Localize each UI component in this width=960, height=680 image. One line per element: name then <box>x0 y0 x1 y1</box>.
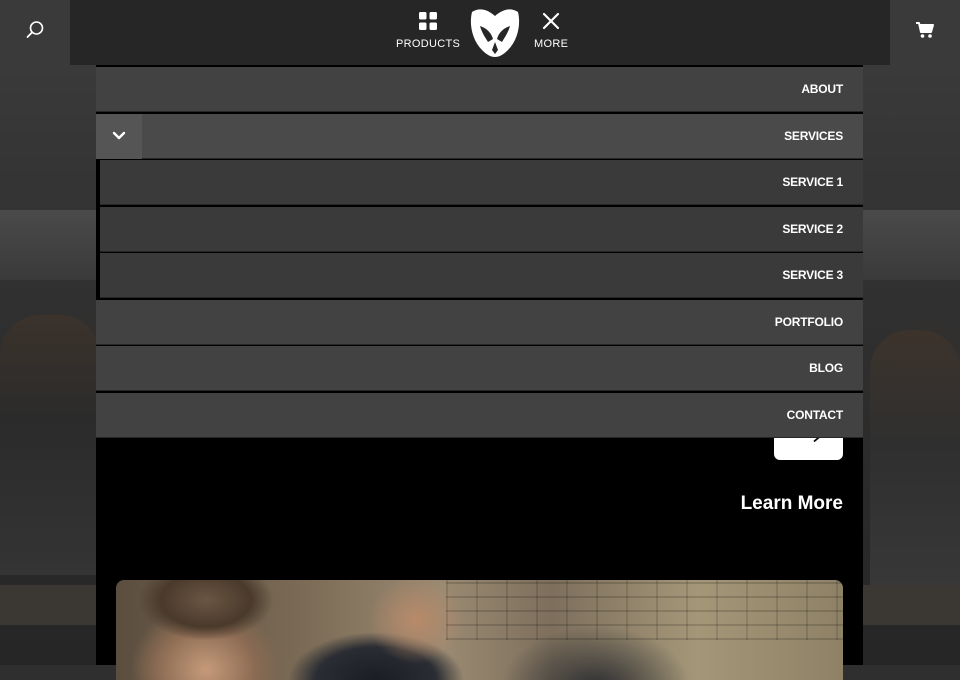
products-nav-button[interactable]: PRODUCTS <box>396 12 460 50</box>
cart-button[interactable] <box>890 0 960 65</box>
menu-item-contact[interactable]: CONTACT <box>96 393 863 438</box>
menu-item-label: BLOG <box>809 361 843 375</box>
chevron-down-icon <box>112 128 126 146</box>
menu-item-label: SERVICE 3 <box>782 268 843 282</box>
learn-more-link[interactable]: Learn More <box>741 493 843 515</box>
photo-person-hair <box>136 580 286 660</box>
menu-item-label: ABOUT <box>801 82 843 96</box>
more-nav-button[interactable]: MORE <box>534 12 568 50</box>
menu-item-service-1[interactable]: SERVICE 1 <box>100 160 863 205</box>
team-photo <box>116 580 843 680</box>
hero-person-right <box>870 330 960 590</box>
menu-item-label: SERVICE 2 <box>782 222 843 236</box>
grid-icon <box>419 12 438 33</box>
products-label: PRODUCTS <box>396 38 461 50</box>
menu-item-blog[interactable]: BLOG <box>96 346 863 391</box>
search-button[interactable] <box>0 0 70 65</box>
menu-item-service-3[interactable]: SERVICE 3 <box>100 253 863 298</box>
dropdown-menu: ABOUT SERVICES SERVICE 1 SERVICE 2 SERVI… <box>96 67 863 438</box>
menu-item-about[interactable]: ABOUT <box>96 67 863 112</box>
photo-brick-wall <box>446 580 843 640</box>
menu-item-services[interactable]: SERVICES <box>96 114 863 159</box>
services-toggle-button[interactable] <box>96 114 142 159</box>
menu-item-service-2[interactable]: SERVICE 2 <box>100 207 863 252</box>
close-icon <box>542 12 560 33</box>
menu-item-label: SERVICES <box>784 129 843 143</box>
search-icon <box>25 20 45 45</box>
menu-item-label: PORTFOLIO <box>774 315 843 329</box>
menu-item-label: CONTACT <box>786 408 844 422</box>
cart-icon <box>915 21 935 44</box>
more-label: MORE <box>534 38 569 50</box>
brand-logo[interactable] <box>468 6 522 58</box>
menu-item-portfolio[interactable]: PORTFOLIO <box>96 300 863 345</box>
menu-item-label: SERVICE 1 <box>782 175 843 189</box>
top-navigation-bar: PRODUCTS MORE <box>0 0 960 65</box>
hero-person-left <box>0 315 100 575</box>
